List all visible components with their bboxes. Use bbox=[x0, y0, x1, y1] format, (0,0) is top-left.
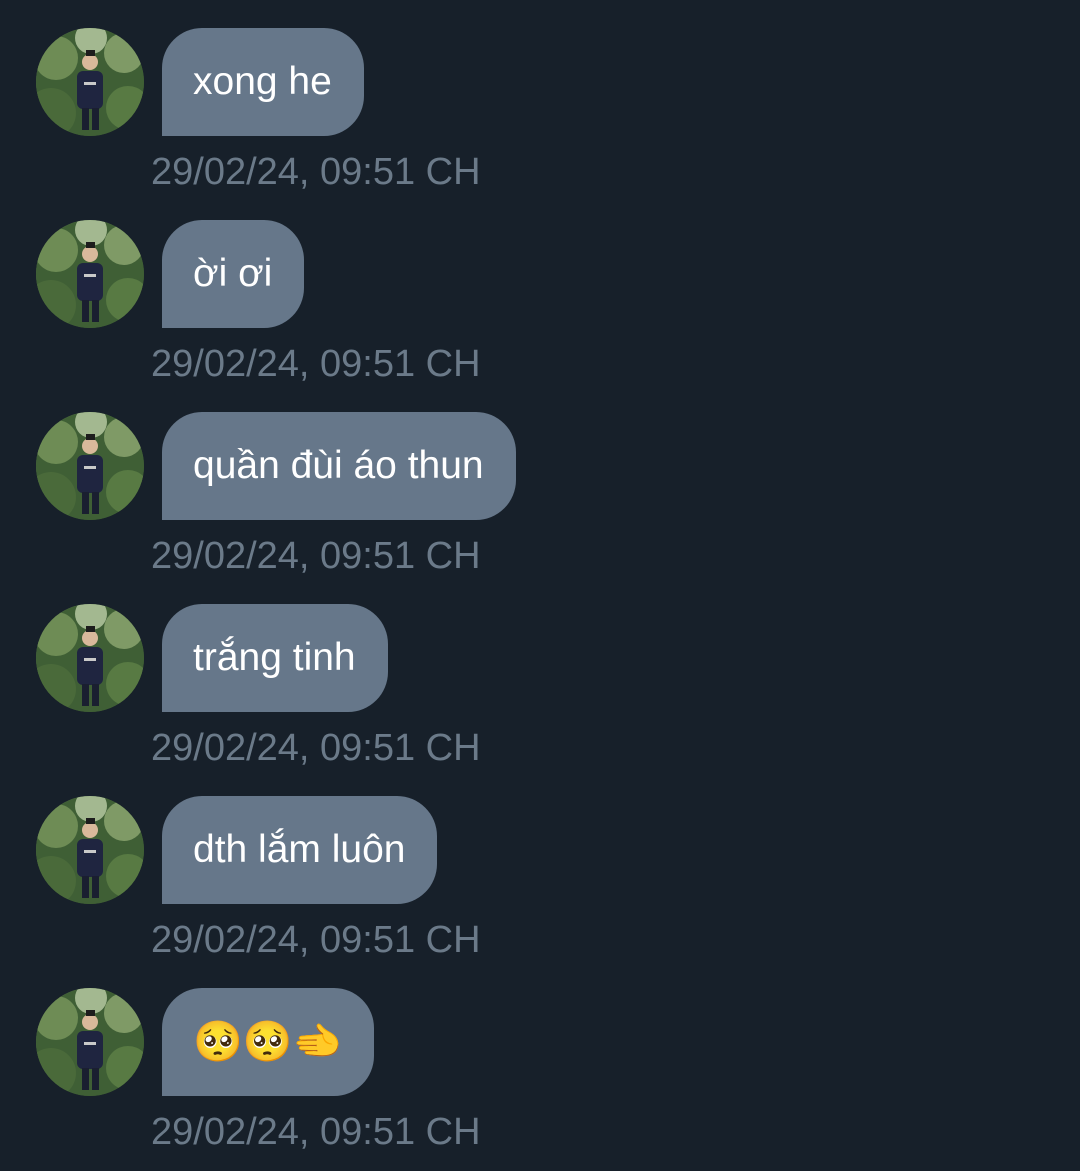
message-timestamp: 29/02/24, 09:51 CH bbox=[151, 727, 481, 769]
message-bubble[interactable]: dth lắm luôn bbox=[162, 796, 438, 904]
message-bubble[interactable]: xong he bbox=[162, 28, 364, 136]
message-row: ời ơi 29/02/24, 09:51 CH bbox=[0, 192, 1080, 385]
message-row: xong he 29/02/24, 09:51 CH bbox=[0, 0, 1080, 193]
message-timestamp: 29/02/24, 09:51 CH bbox=[151, 1111, 481, 1153]
message-bubble[interactable]: quần đùi áo thun bbox=[162, 412, 516, 520]
message-bubble[interactable]: ời ơi bbox=[162, 220, 305, 328]
message-row: trắng tinh 29/02/24, 09:51 CH bbox=[0, 576, 1080, 769]
message-row: 🥺🥺🫲 29/02/24, 09:51 CH bbox=[0, 960, 1080, 1153]
avatar[interactable] bbox=[36, 988, 144, 1096]
message-timestamp: 29/02/24, 09:51 CH bbox=[151, 151, 481, 193]
message-row: dth lắm luôn 29/02/24, 09:51 CH bbox=[0, 768, 1080, 961]
message-bubble[interactable]: trắng tinh bbox=[162, 604, 388, 712]
avatar[interactable] bbox=[36, 412, 144, 520]
message-timestamp: 29/02/24, 09:51 CH bbox=[151, 919, 481, 961]
message-row: quần đùi áo thun 29/02/24, 09:51 CH bbox=[0, 384, 1080, 577]
message-timestamp: 29/02/24, 09:51 CH bbox=[151, 535, 481, 577]
avatar[interactable] bbox=[36, 220, 144, 328]
avatar[interactable] bbox=[36, 796, 144, 904]
avatar[interactable] bbox=[36, 28, 144, 136]
message-bubble[interactable]: 🥺🥺🫲 bbox=[162, 988, 375, 1096]
avatar[interactable] bbox=[36, 604, 144, 712]
chat-thread[interactable]: xong he 29/02/24, 09:51 CH ời ơi 29/02/2… bbox=[0, 0, 1080, 1171]
message-timestamp: 29/02/24, 09:51 CH bbox=[151, 343, 481, 385]
